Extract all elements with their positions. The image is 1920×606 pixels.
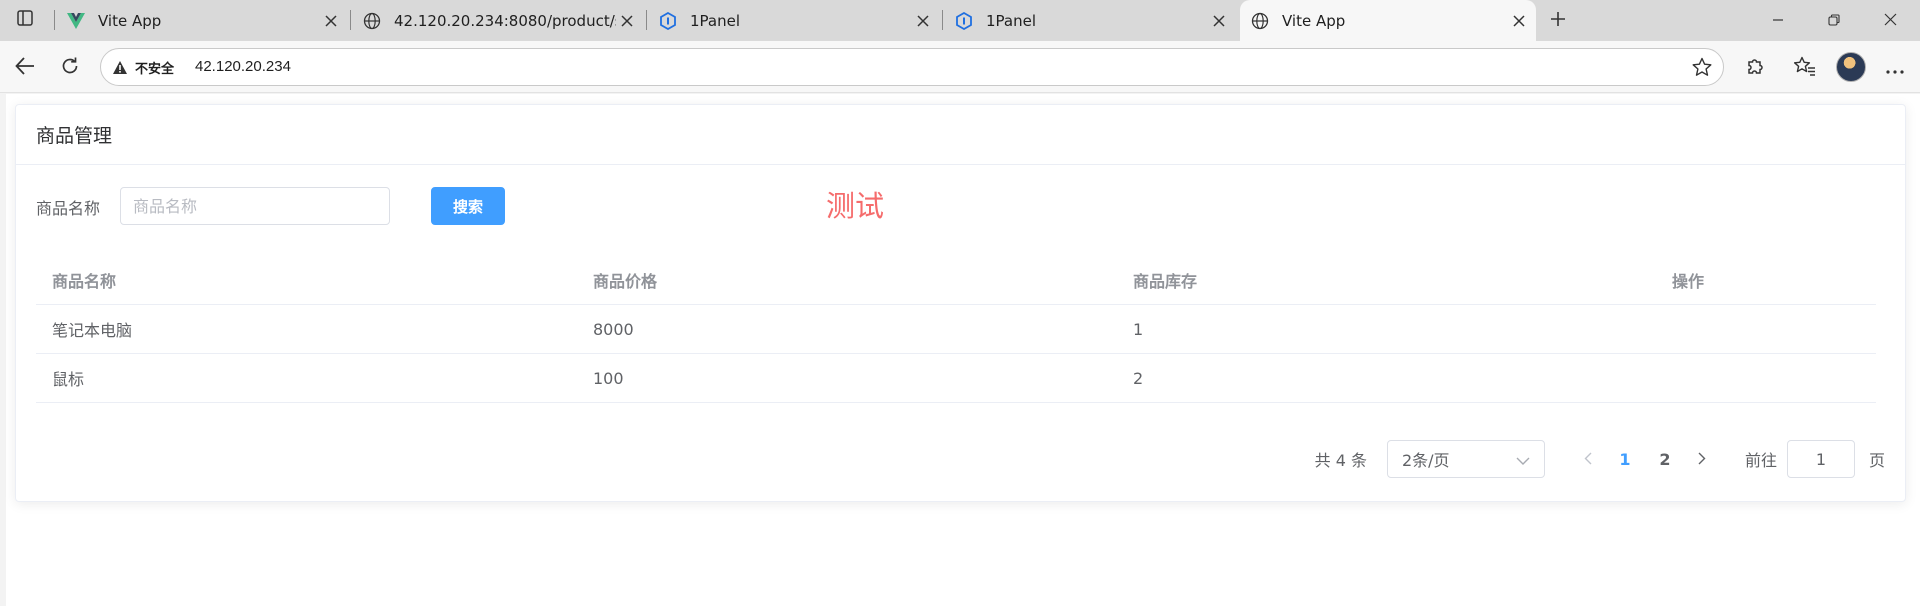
address-bar[interactable]: 不安全 42.120.20.234 bbox=[100, 48, 1724, 86]
close-icon[interactable] bbox=[1508, 10, 1530, 32]
more-icon bbox=[1886, 59, 1904, 78]
browser-tab[interactable]: Vite App bbox=[56, 0, 348, 41]
product-table: 商品名称 商品价格 商品库存 操作 笔记本电脑 8000 1 鼠标 100 2 bbox=[36, 255, 1876, 403]
search-form: 商品名称 搜索 测试 bbox=[36, 187, 1736, 225]
page-viewport: 商品管理 商品名称 搜索 测试 商品名称 商品价格 商品库存 操作 笔记本电脑 … bbox=[6, 94, 1920, 606]
tab-title: 1Panel bbox=[690, 11, 741, 30]
chevron-right-icon bbox=[1698, 450, 1706, 469]
globe-icon bbox=[1250, 11, 1270, 31]
card-title: 商品管理 bbox=[16, 105, 1905, 165]
url-text[interactable]: 42.120.20.234 bbox=[195, 58, 291, 75]
page-size-select[interactable]: 2条/页 bbox=[1386, 440, 1545, 478]
browser-toolbar: 不安全 42.120.20.234 bbox=[0, 41, 1920, 93]
cell-product-name: 鼠标 bbox=[52, 370, 85, 389]
minimize-button[interactable] bbox=[1750, 0, 1806, 41]
1panel-icon bbox=[954, 11, 974, 31]
chevron-down-icon bbox=[1516, 450, 1530, 469]
tab-separator bbox=[350, 10, 351, 30]
back-button[interactable] bbox=[10, 53, 40, 83]
security-indicator[interactable]: 不安全 bbox=[111, 58, 174, 77]
browser-tab-active[interactable]: Vite App bbox=[1240, 0, 1536, 41]
close-icon[interactable] bbox=[1208, 10, 1230, 32]
page-number-2[interactable]: 2 bbox=[1645, 442, 1685, 476]
favorites-icon bbox=[1793, 56, 1816, 80]
table-header-row: 商品名称 商品价格 商品库存 操作 bbox=[36, 255, 1876, 305]
tab-title: 1Panel bbox=[986, 11, 1037, 30]
browser-tab[interactable]: 42.120.20.234:8080/product/selec bbox=[352, 0, 644, 41]
browser-tab[interactable]: 1Panel bbox=[944, 0, 1236, 41]
favorites-button[interactable] bbox=[1790, 53, 1820, 83]
vue-icon bbox=[66, 11, 86, 31]
minimize-icon bbox=[1772, 11, 1784, 30]
header-product-name: 商品名称 bbox=[52, 271, 117, 291]
next-page-button[interactable] bbox=[1685, 442, 1719, 476]
close-icon bbox=[1884, 11, 1897, 30]
refresh-icon bbox=[60, 56, 80, 80]
test-text: 测试 bbox=[826, 189, 885, 223]
cell-product-name: 笔记本电脑 bbox=[52, 321, 133, 340]
search-button[interactable]: 搜索 bbox=[431, 187, 505, 225]
tab-title: 42.120.20.234:8080/product/selec bbox=[394, 11, 616, 30]
pagination-total: 共 4 条 bbox=[1314, 451, 1367, 470]
close-window-button[interactable] bbox=[1862, 0, 1918, 41]
close-icon[interactable] bbox=[320, 10, 342, 32]
cell-product-price: 100 bbox=[593, 368, 624, 388]
browser-tab-strip: Vite App 42.120.20.234:8080/product/sele… bbox=[0, 0, 1920, 41]
header-product-price: 商品价格 bbox=[593, 271, 658, 291]
plus-icon bbox=[1550, 11, 1566, 31]
page-number-1[interactable]: 1 bbox=[1605, 442, 1645, 476]
puzzle-icon bbox=[1745, 56, 1765, 80]
page-size-value: 2条/页 bbox=[1401, 451, 1450, 470]
header-actions: 操作 bbox=[1672, 271, 1705, 291]
tab-title: Vite App bbox=[98, 11, 162, 30]
restore-button[interactable] bbox=[1806, 0, 1862, 41]
table-row: 笔记本电脑 8000 1 bbox=[36, 305, 1876, 354]
security-label: 不安全 bbox=[135, 62, 175, 77]
close-icon[interactable] bbox=[616, 10, 638, 32]
browser-tab[interactable]: 1Panel bbox=[648, 0, 940, 41]
product-card: 商品管理 商品名称 搜索 测试 商品名称 商品价格 商品库存 操作 笔记本电脑 … bbox=[15, 104, 1906, 502]
tab-separator bbox=[942, 10, 943, 30]
product-name-label: 商品名称 bbox=[36, 199, 101, 218]
tab-title: Vite App bbox=[1282, 11, 1346, 30]
goto-label: 前往 bbox=[1744, 451, 1777, 470]
product-name-input[interactable] bbox=[120, 187, 390, 225]
new-tab-button[interactable] bbox=[1544, 7, 1572, 35]
tab-separator bbox=[646, 10, 647, 30]
goto-suffix: 页 bbox=[1868, 451, 1885, 470]
more-menu-button[interactable] bbox=[1880, 53, 1910, 83]
cell-product-price: 8000 bbox=[593, 319, 634, 339]
restore-icon bbox=[1828, 11, 1840, 30]
globe-icon bbox=[362, 11, 382, 31]
table-row: 鼠标 100 2 bbox=[36, 354, 1876, 403]
refresh-button[interactable] bbox=[55, 53, 85, 83]
cell-product-stock: 1 bbox=[1133, 319, 1144, 339]
tab-actions-button[interactable] bbox=[10, 6, 40, 34]
tab-separator bbox=[54, 10, 55, 30]
favorite-star-icon[interactable] bbox=[1691, 56, 1713, 78]
goto-page-input[interactable] bbox=[1786, 440, 1855, 478]
close-icon[interactable] bbox=[912, 10, 934, 32]
chevron-left-icon bbox=[1584, 450, 1592, 469]
tab-actions-icon bbox=[16, 9, 34, 31]
extensions-button[interactable] bbox=[1740, 53, 1770, 83]
warning-icon bbox=[111, 59, 129, 77]
1panel-icon bbox=[658, 11, 678, 31]
pagination: 共 4 条 2条/页 1 2 前往 页 bbox=[1315, 440, 1885, 478]
prev-page-button[interactable] bbox=[1571, 442, 1605, 476]
profile-avatar[interactable] bbox=[1836, 52, 1866, 82]
cell-product-stock: 2 bbox=[1133, 368, 1144, 388]
back-arrow-icon bbox=[15, 57, 35, 79]
header-product-stock: 商品库存 bbox=[1133, 271, 1198, 291]
